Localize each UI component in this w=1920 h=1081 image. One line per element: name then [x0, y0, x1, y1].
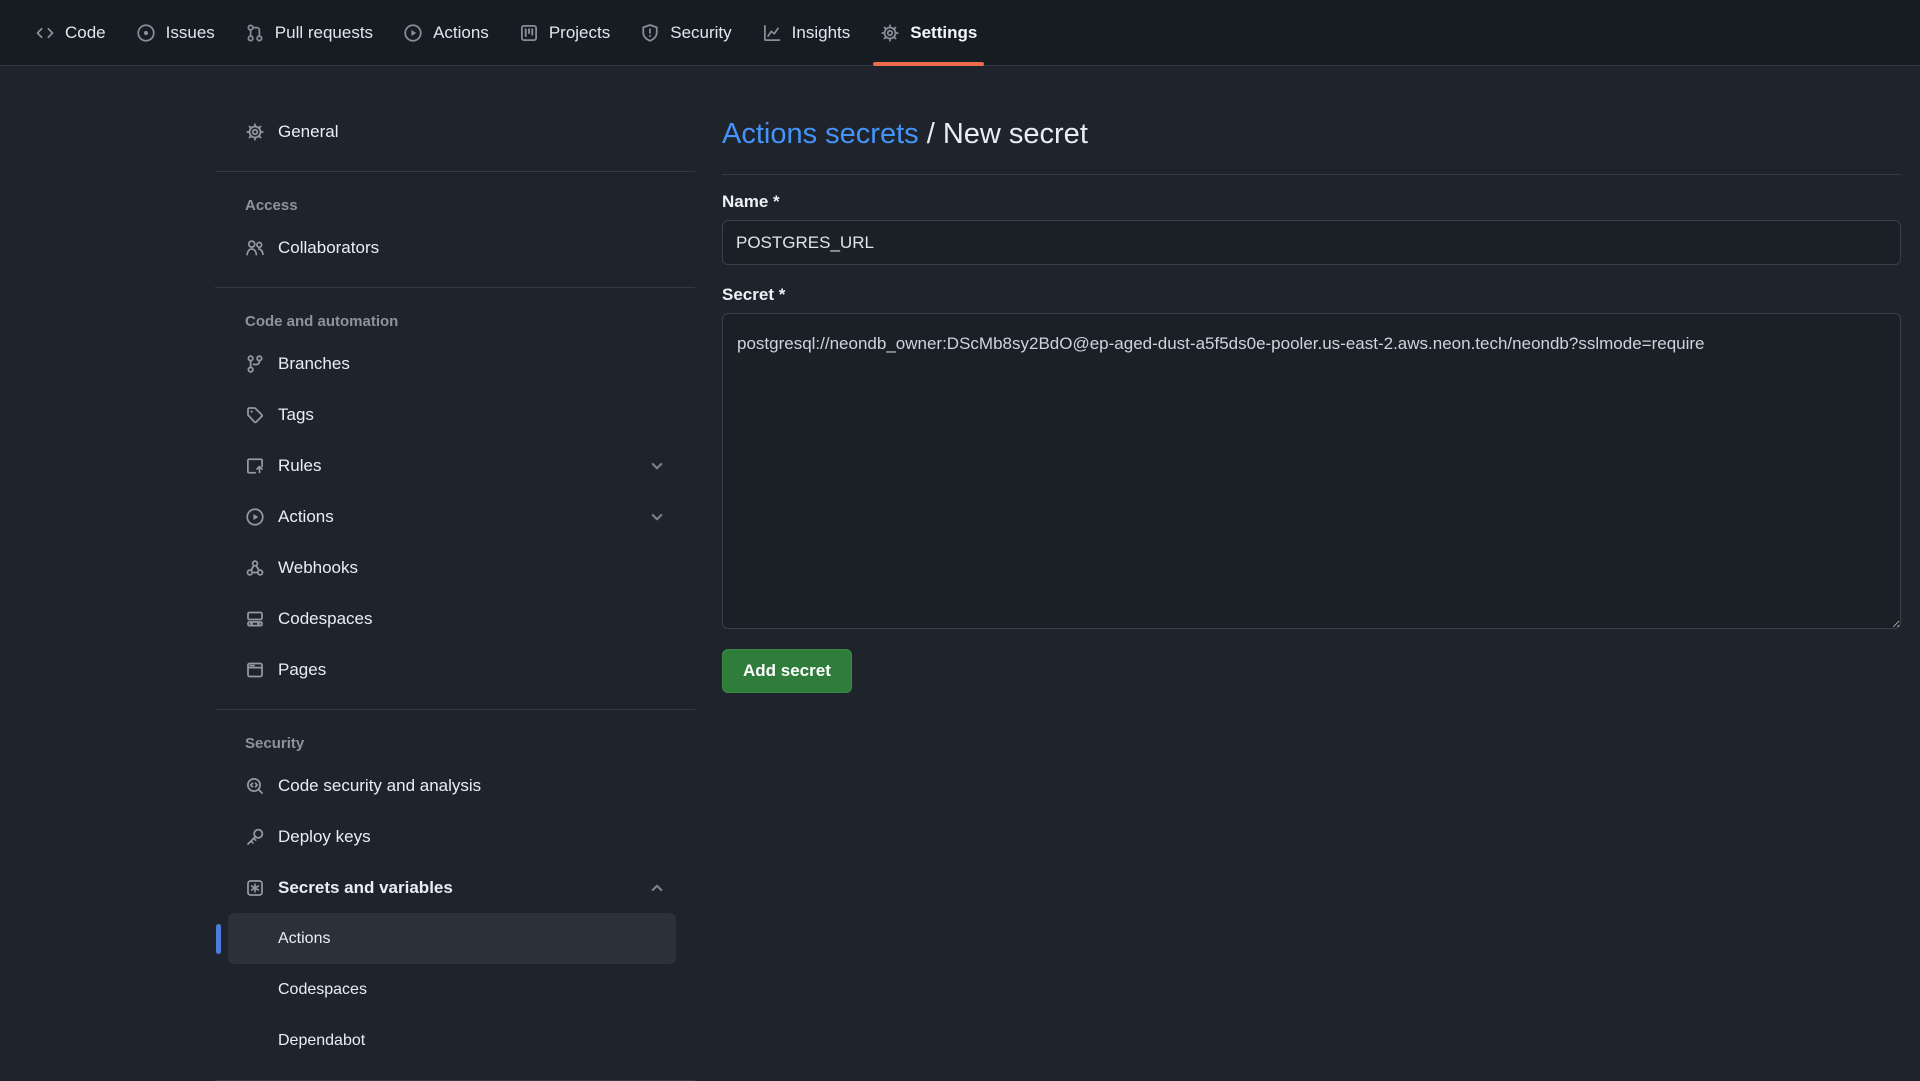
- gear-icon: [880, 23, 900, 43]
- sidebar-item-collaborators[interactable]: Collaborators: [215, 222, 695, 273]
- page-title: Actions secrets / New secret: [722, 115, 1901, 153]
- breadcrumb-actions-secrets-link[interactable]: Actions secrets: [722, 118, 919, 150]
- sidebar-item-label: Pages: [278, 660, 326, 680]
- repo-tab-nav: Code Issues Pull requests Actions Projects Se…: [0, 0, 1920, 66]
- tab-label: Projects: [549, 23, 610, 43]
- people-icon: [245, 238, 265, 258]
- sidebar-item-webhooks[interactable]: Webhooks: [215, 542, 695, 593]
- secret-value-textarea[interactable]: postgresql://neondb_owner:DScMb8sy2BdO@e…: [722, 313, 1901, 629]
- tab-label: Code: [65, 23, 106, 43]
- settings-sidebar: General Access Collaborators Code and autom…: [215, 66, 695, 1081]
- tab-settings[interactable]: Settings: [865, 0, 992, 65]
- breadcrumb-separator: /: [927, 118, 935, 150]
- tab-issues[interactable]: Issues: [121, 0, 230, 65]
- play-icon: [403, 23, 423, 43]
- tab-label: Actions: [433, 23, 489, 43]
- sidebar-item-label: Codespaces: [278, 609, 373, 629]
- rules-icon: [245, 456, 265, 476]
- settings-content: General Access Collaborators Code and autom…: [0, 66, 1920, 1081]
- sidebar-section-code-and-automation: Code and automation: [215, 310, 695, 332]
- selected-indicator-bar: [216, 924, 221, 954]
- sidebar-item-label: Deploy keys: [278, 827, 371, 847]
- sidebar-item-codespaces[interactable]: Codespaces: [215, 593, 695, 644]
- gear-icon: [245, 122, 265, 142]
- sidebar-item-label: Webhooks: [278, 558, 358, 578]
- tag-icon: [245, 405, 265, 425]
- sidebar-subitem-actions[interactable]: Actions: [228, 913, 676, 964]
- breadcrumb-current: New secret: [943, 118, 1088, 150]
- sidebar-subitem-codespaces[interactable]: Codespaces: [228, 964, 676, 1015]
- sidebar-item-branches[interactable]: Branches: [215, 338, 695, 389]
- secrets-icon: [245, 878, 265, 898]
- sidebar-item-code-security-and-analysis[interactable]: Code security and analysis: [215, 760, 695, 811]
- shield-icon: [640, 23, 660, 43]
- sidebar-subitem-label: Codespaces: [278, 981, 367, 999]
- code-scan-icon: [245, 776, 265, 796]
- projects-icon: [519, 23, 539, 43]
- sidebar-divider: [215, 171, 695, 172]
- codespaces-icon: [245, 609, 265, 629]
- title-divider: [722, 174, 1901, 175]
- branch-icon: [245, 354, 265, 374]
- sidebar-section-security: Security: [215, 732, 695, 754]
- repo-tab-nav-items: Code Issues Pull requests Actions Projects Se…: [20, 0, 992, 65]
- pull-request-icon: [245, 23, 265, 43]
- sidebar-item-label: Actions: [278, 507, 334, 527]
- sidebar-item-label: Secrets and variables: [278, 878, 453, 898]
- tab-label: Security: [670, 23, 731, 43]
- sidebar-divider: [215, 287, 695, 288]
- new-secret-form: Actions secrets / New secret Name * Secr…: [722, 66, 1901, 693]
- name-field-label: Name *: [722, 192, 1901, 212]
- sidebar-subitem-dependabot[interactable]: Dependabot: [228, 1015, 676, 1066]
- sidebar-item-label: Tags: [278, 405, 314, 425]
- sidebar-item-label: General: [278, 122, 338, 142]
- play-icon: [245, 507, 265, 527]
- chevron-down-icon: [647, 456, 667, 476]
- secret-field-label: Secret *: [722, 285, 1901, 305]
- sidebar-item-label: Code security and analysis: [278, 776, 481, 796]
- key-icon: [245, 827, 265, 847]
- sidebar-subitem-label: Actions: [278, 930, 330, 948]
- tab-security[interactable]: Security: [625, 0, 746, 65]
- tab-label: Pull requests: [275, 23, 373, 43]
- add-secret-button[interactable]: Add secret: [722, 649, 852, 693]
- tab-pull-requests[interactable]: Pull requests: [230, 0, 388, 65]
- sidebar-item-secrets-and-variables[interactable]: Secrets and variables: [215, 862, 695, 913]
- code-icon: [35, 23, 55, 43]
- sidebar-item-tags[interactable]: Tags: [215, 389, 695, 440]
- sidebar-item-pages[interactable]: Pages: [215, 644, 695, 695]
- webhook-icon: [245, 558, 265, 578]
- sidebar-item-actions[interactable]: Actions: [215, 491, 695, 542]
- sidebar-item-label: Collaborators: [278, 238, 379, 258]
- pages-icon: [245, 660, 265, 680]
- tab-actions[interactable]: Actions: [388, 0, 504, 65]
- sidebar-item-label: Branches: [278, 354, 350, 374]
- tab-projects[interactable]: Projects: [504, 0, 625, 65]
- sidebar-subitem-label: Dependabot: [278, 1032, 365, 1050]
- tab-insights[interactable]: Insights: [747, 0, 866, 65]
- sidebar-item-general[interactable]: General: [215, 106, 695, 157]
- sidebar-section-access: Access: [215, 194, 695, 216]
- chevron-up-icon: [647, 878, 667, 898]
- tab-label: Insights: [792, 23, 851, 43]
- tab-label: Settings: [910, 23, 977, 43]
- insights-icon: [762, 23, 782, 43]
- tab-label: Issues: [166, 23, 215, 43]
- secret-name-input[interactable]: [722, 220, 1901, 265]
- sidebar-item-rules[interactable]: Rules: [215, 440, 695, 491]
- issue-icon: [136, 23, 156, 43]
- sidebar-divider: [215, 709, 695, 710]
- sidebar-item-label: Rules: [278, 456, 321, 476]
- tab-code[interactable]: Code: [20, 0, 121, 65]
- chevron-down-icon: [647, 507, 667, 527]
- sidebar-item-deploy-keys[interactable]: Deploy keys: [215, 811, 695, 862]
